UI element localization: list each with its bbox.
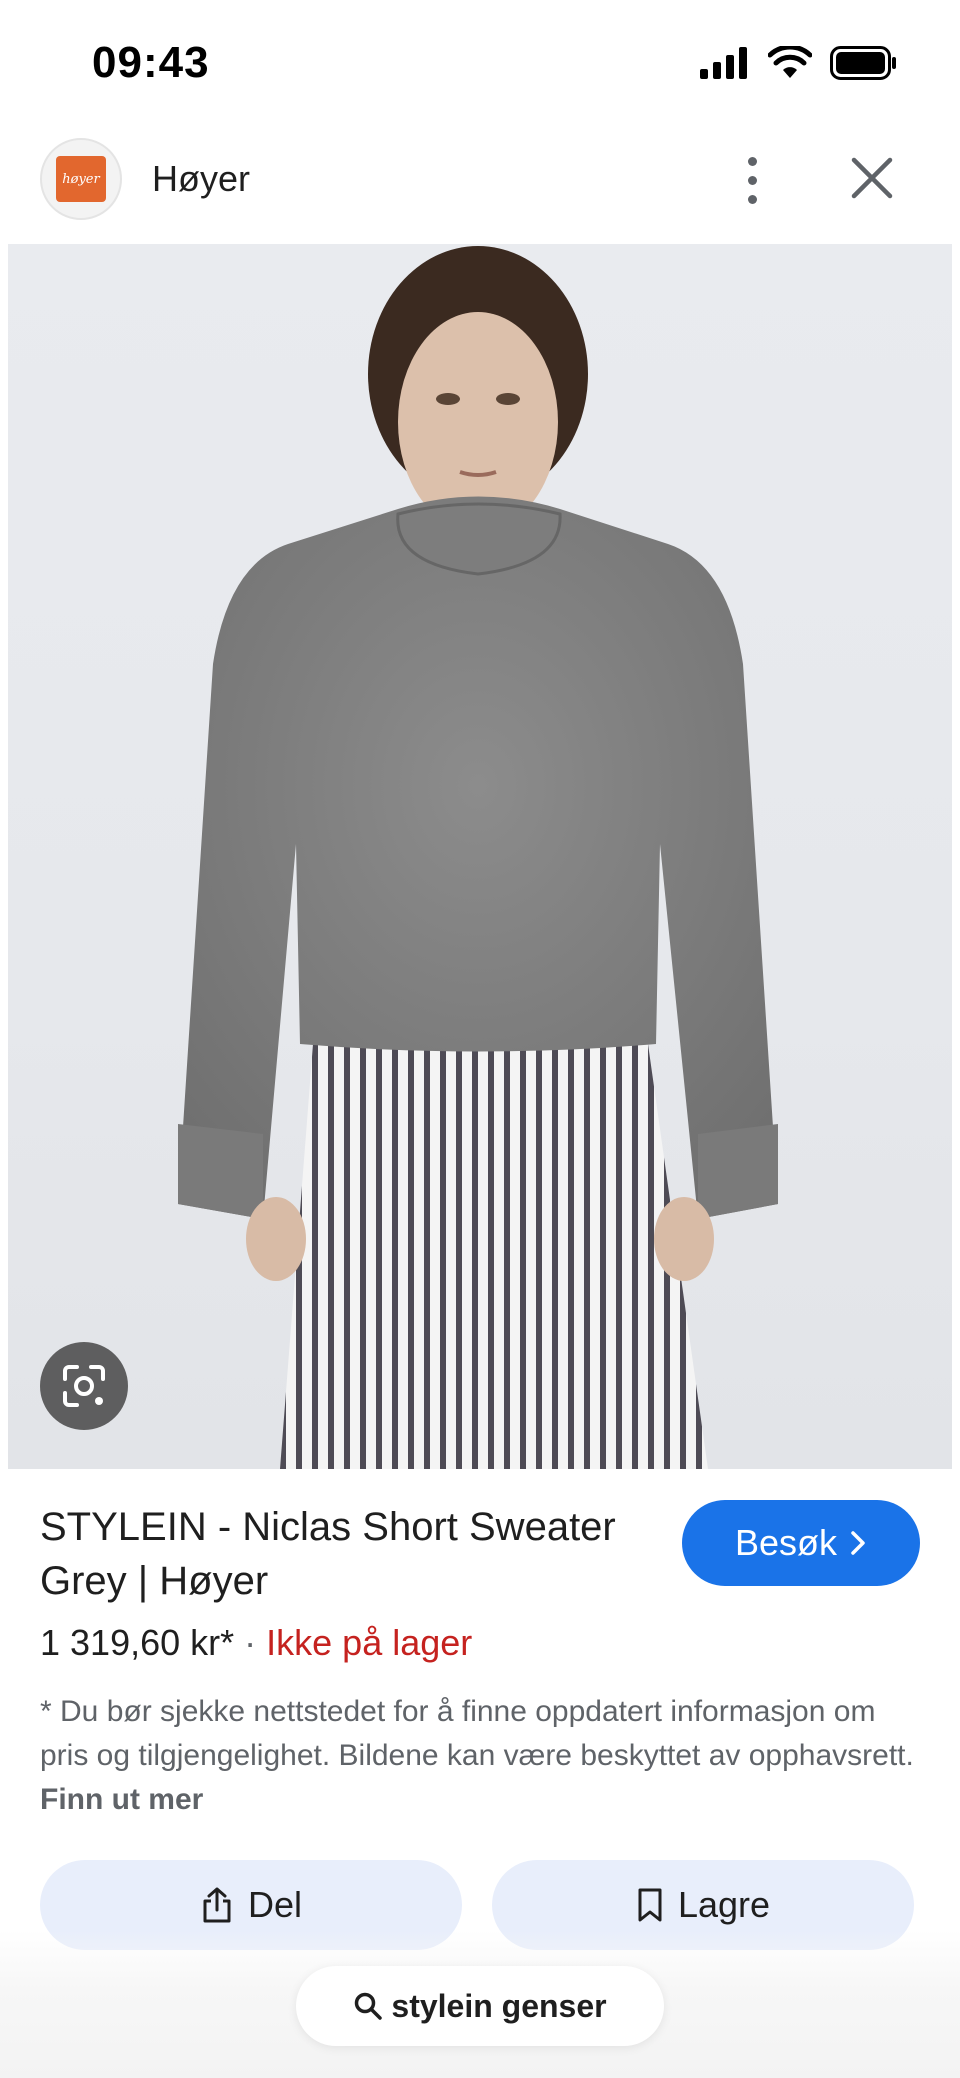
result-header: høyer Høyer bbox=[0, 130, 960, 230]
status-icons bbox=[700, 46, 898, 80]
google-lens-button[interactable] bbox=[40, 1342, 128, 1430]
more-dot-icon bbox=[747, 194, 757, 204]
search-icon bbox=[355, 1992, 383, 2020]
product-image[interactable] bbox=[8, 244, 952, 1469]
availability-status: Ikke på lager bbox=[266, 1622, 473, 1663]
more-dot-icon bbox=[747, 175, 757, 185]
status-bar: 09:43 bbox=[0, 0, 960, 120]
bookmark-icon bbox=[638, 1888, 662, 1922]
share-icon bbox=[203, 1887, 231, 1923]
separator: · bbox=[244, 1622, 257, 1663]
hoyer-logo: høyer bbox=[56, 156, 106, 202]
disclaimer-text: * Du bør sjekke nettstedet for å finne o… bbox=[40, 1695, 914, 1772]
lens-result-page: 09:43 høyer Høyer STYLEIN - Niclas Short… bbox=[0, 0, 960, 2078]
more-options-button[interactable] bbox=[730, 148, 774, 212]
learn-more-link[interactable]: Finn ut mer bbox=[40, 1783, 203, 1816]
wifi-icon bbox=[768, 46, 812, 78]
site-logo[interactable]: høyer bbox=[40, 138, 122, 220]
share-label: Del bbox=[247, 1884, 303, 1925]
save-label: Lagre bbox=[677, 1884, 771, 1925]
model-photo bbox=[178, 246, 778, 1469]
site-name[interactable]: Høyer bbox=[152, 158, 250, 200]
battery-icon bbox=[830, 46, 896, 80]
disclaimer: * Du bør sjekke nettstedet for å finne o… bbox=[40, 1690, 930, 1822]
signal-icon bbox=[700, 47, 747, 79]
status-time: 09:43 bbox=[92, 38, 210, 87]
chevron-right-icon bbox=[851, 1531, 865, 1555]
search-query-chip[interactable]: stylein genser bbox=[296, 1966, 664, 2046]
price: 1 319,60 kr* bbox=[40, 1622, 235, 1663]
visit-button[interactable]: Besøk bbox=[682, 1500, 920, 1586]
price-line: 1 319,60 kr* · Ikke på lager bbox=[40, 1622, 472, 1664]
search-query: stylein genser bbox=[391, 1987, 607, 2024]
visit-label: Besøk bbox=[734, 1522, 838, 1563]
lens-icon bbox=[63, 1365, 105, 1407]
more-dot-icon bbox=[747, 156, 757, 166]
close-icon[interactable] bbox=[846, 152, 898, 204]
product-title[interactable]: STYLEIN - Niclas Short Sweater Grey | Hø… bbox=[40, 1500, 660, 1608]
